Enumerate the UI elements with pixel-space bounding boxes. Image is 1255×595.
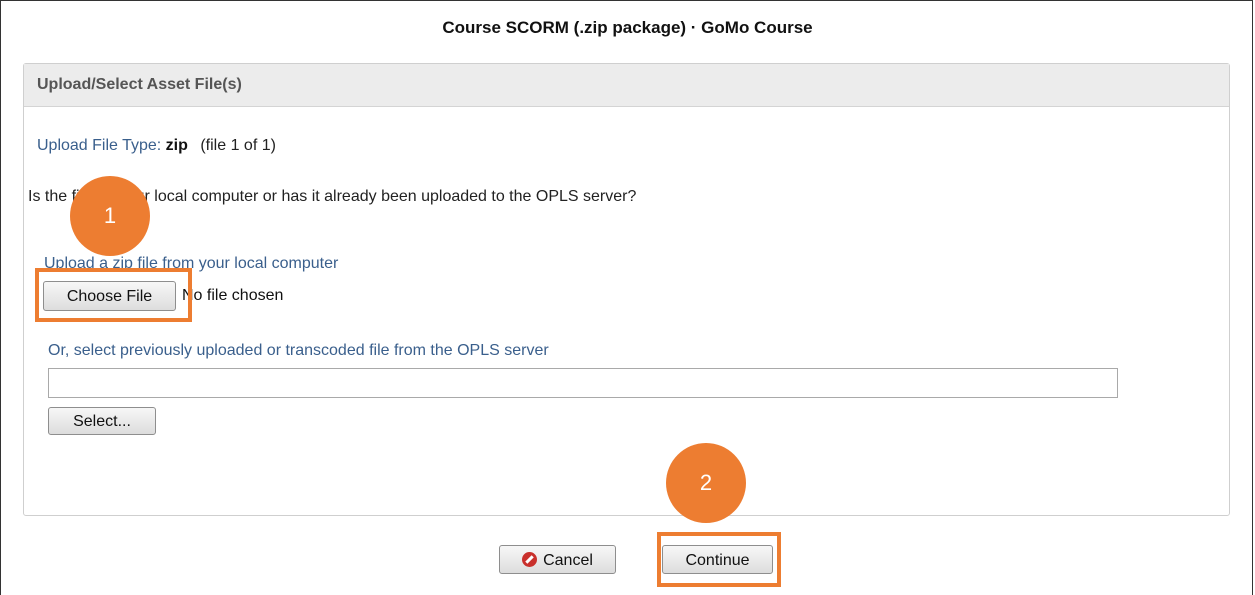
select-button[interactable]: Select...	[48, 407, 156, 435]
step1-badge: 1	[70, 176, 150, 256]
cancel-label: Cancel	[543, 552, 593, 569]
file-count: (file 1 of 1)	[200, 137, 276, 154]
step2-badge: 2	[666, 443, 746, 523]
file-type-line: Upload File Type: zip (file 1 of 1)	[37, 137, 276, 155]
file-type-label: Upload File Type:	[37, 137, 162, 154]
step2-highlight-box	[657, 532, 781, 587]
file-type-value: zip	[165, 137, 188, 154]
cancel-circle-icon	[522, 552, 538, 567]
dialog-title: Course SCORM (.zip package) · GoMo Cours…	[442, 18, 813, 37]
select-server-label: Or, select previously uploaded or transc…	[48, 342, 549, 359]
cancel-button[interactable]: Cancel	[499, 545, 616, 574]
step1-highlight-box	[35, 268, 192, 322]
panel-header: Upload/Select Asset File(s)	[24, 64, 1229, 107]
server-file-input[interactable]	[48, 368, 1118, 398]
upload-panel: Upload/Select Asset File(s) Upload File …	[23, 63, 1230, 516]
no-file-chosen-text: No file chosen	[182, 287, 284, 304]
